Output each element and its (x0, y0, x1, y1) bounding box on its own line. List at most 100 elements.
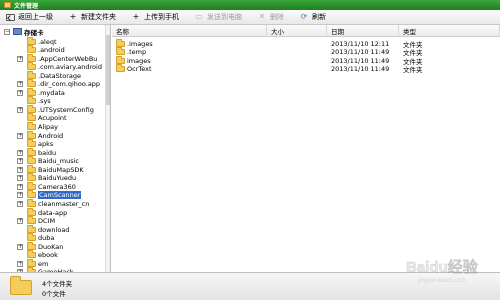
cell-date-text: 2013/11/10 11:49 (331, 56, 390, 65)
cell-type-text: 文件夹 (403, 66, 423, 74)
folder-icon (27, 207, 36, 216)
folder-icon (10, 276, 32, 295)
collapse-icon[interactable]: − (4, 28, 10, 35)
expand-icon[interactable]: + (17, 132, 23, 139)
send-icon: ▭ (195, 12, 203, 21)
expand-icon[interactable]: + (17, 192, 23, 199)
folder-icon (27, 181, 36, 190)
expand-icon[interactable]: + (17, 106, 23, 113)
cell-name-text: OcrText (127, 65, 152, 73)
cell-date: 2013/11/10 11:49 (327, 65, 399, 74)
tree-item-label: BaiduMapSDK (38, 165, 84, 174)
tree-root-label: 存储卡 (24, 28, 44, 37)
send-to-pc-button-label: 发送到电脑 (207, 13, 242, 21)
tree-item-label: BaiduYuedu (38, 174, 77, 183)
tree-item-label: CamScanner (38, 191, 82, 200)
delete-button-label: 删除 (270, 13, 284, 21)
expand-icon[interactable]: + (17, 260, 23, 267)
plus-icon: + (69, 12, 77, 21)
tree-item-label: .UTSystemConfig (38, 105, 94, 114)
folder-icon (27, 87, 36, 96)
folder-icon (116, 47, 125, 55)
expand-icon[interactable]: + (17, 218, 23, 225)
folder-tree[interactable]: − 存储卡 .aleqt .android + .AppCenterWebBu .com… (0, 25, 111, 272)
tree-item-label: Acupoint (38, 114, 67, 123)
plus-icon: + (132, 12, 140, 21)
tree-item-label: download (38, 225, 70, 234)
folder-icon (116, 55, 125, 64)
delete-button[interactable]: ✕ 删除 (255, 11, 286, 23)
folder-icon (27, 241, 36, 250)
tree-item-label: Alipay (38, 123, 59, 131)
cell-date-text: 2013/11/10 12:11 (331, 39, 390, 48)
status-folder-count: 4个文件夹 (42, 280, 73, 288)
upload-to-phone-button[interactable]: + 上传到手机 (129, 11, 181, 23)
folder-icon (27, 122, 36, 130)
tree-item-label: Camera360 (38, 182, 76, 191)
folder-icon (27, 96, 36, 105)
tree-scrollbar[interactable] (105, 25, 110, 272)
back-button[interactable]: 返回上一级 (3, 11, 55, 23)
expand-icon[interactable]: + (17, 149, 23, 156)
baidu-watermark-logo: Baidu经验 jingyan.baidu.com (406, 258, 479, 284)
cell-date-text: 2013/11/10 11:49 (331, 65, 390, 73)
tree-item-label: apks (38, 140, 54, 149)
expand-icon[interactable]: + (17, 243, 23, 250)
folder-icon (27, 224, 36, 233)
tree-item-label: cleanmaster_cn (38, 199, 90, 208)
tree-root[interactable]: − 存储卡 (4, 27, 44, 37)
column-header-size[interactable]: 大小 (267, 25, 327, 37)
refresh-icon: ⟳ (300, 12, 308, 21)
column-header-name[interactable]: 名称 (112, 25, 267, 37)
watermark-subtext: jingyan.baidu.com (417, 278, 466, 284)
expand-icon[interactable]: + (17, 200, 23, 207)
file-list[interactable]: 名称 大小 日期 类型 .images 2013/11/10 12:11 文件夹 .t… (112, 25, 500, 272)
tree-scrollbar-thumb[interactable] (106, 35, 110, 105)
tree-item-label: ebook (38, 251, 58, 260)
new-folder-button-label: 新建文件夹 (81, 13, 116, 21)
folder-icon (27, 258, 36, 267)
cell-name-text: images (127, 56, 151, 65)
send-to-pc-button[interactable]: ▭ 发送到电脑 (192, 11, 244, 23)
list-row[interactable]: OcrText 2013/11/10 11:49 文件夹 (112, 64, 500, 74)
back-icon (5, 13, 15, 22)
expand-icon[interactable]: + (17, 166, 23, 173)
folder-icon (27, 113, 36, 122)
folder-icon (27, 198, 36, 207)
column-header-date[interactable]: 日期 (327, 25, 399, 37)
toolbar: 返回上一级 + 新建文件夹 + 上传到手机 ▭ 发送到电脑 ✕ 删除 ⟳ 刷新 (0, 10, 500, 25)
tree-item-label: DCIM (38, 217, 56, 226)
tree-item-label: .DataStorage (38, 71, 82, 80)
back-button-label: 返回上一级 (18, 13, 53, 21)
folder-icon (27, 53, 36, 62)
expand-icon[interactable]: + (17, 81, 23, 88)
tree-item-label: .android (38, 46, 65, 55)
folder-icon (27, 156, 36, 165)
tree-item-label: .com.aviary.android (38, 63, 102, 72)
folder-icon (27, 70, 36, 79)
folder-icon (27, 104, 36, 113)
tree-item-label: duba (38, 234, 55, 243)
folder-icon (27, 139, 36, 148)
expand-icon[interactable]: + (17, 55, 23, 62)
column-header-type[interactable]: 类型 (399, 25, 500, 37)
folder-icon (27, 164, 36, 173)
folder-icon (27, 250, 36, 259)
delete-icon: ✕ (258, 12, 266, 21)
cell-name-text: .images (127, 39, 153, 48)
expand-icon[interactable]: + (17, 158, 23, 165)
tree-item-label: baidu (38, 148, 57, 157)
refresh-button[interactable]: ⟳ 刷新 (297, 11, 328, 23)
expand-icon[interactable]: + (17, 183, 23, 190)
folder-icon (27, 233, 36, 242)
new-folder-button[interactable]: + 新建文件夹 (66, 11, 118, 23)
tree-item-label: Baidu_music (38, 157, 79, 166)
tree-item-label: .sys (38, 97, 51, 106)
cell-name: OcrText (112, 64, 267, 74)
cell-type: 文件夹 (399, 65, 500, 74)
app-icon (4, 2, 11, 8)
expand-icon[interactable]: + (17, 89, 23, 96)
folder-icon (27, 173, 36, 182)
expand-icon[interactable]: + (17, 175, 23, 182)
upload-to-phone-button-label: 上传到手机 (144, 13, 179, 21)
